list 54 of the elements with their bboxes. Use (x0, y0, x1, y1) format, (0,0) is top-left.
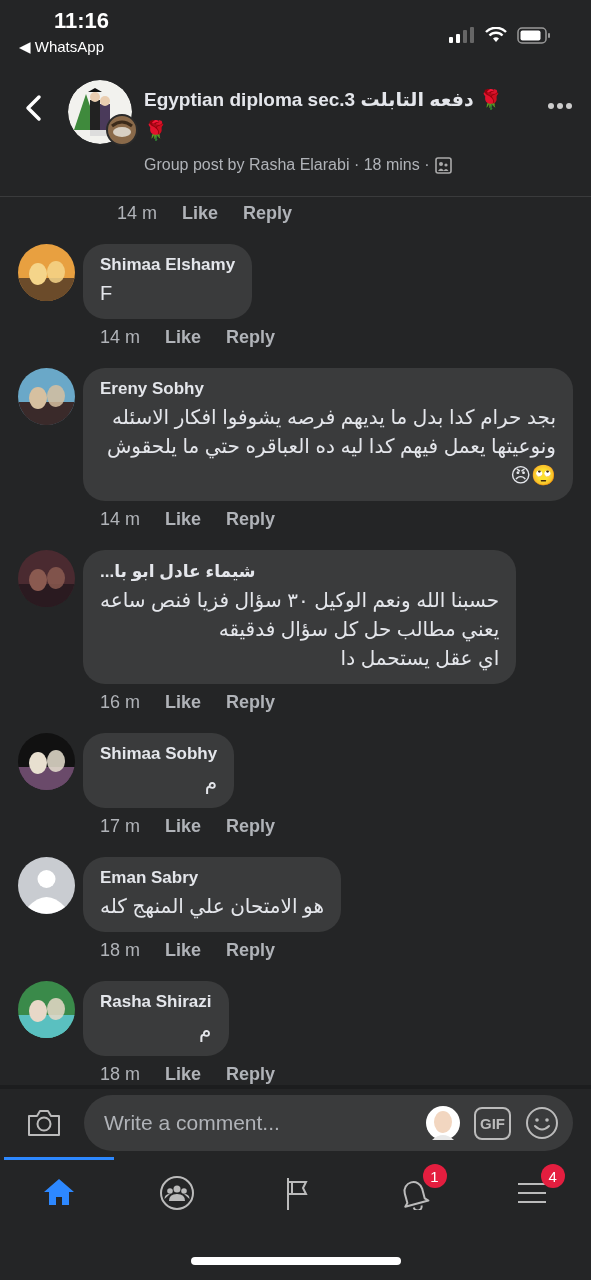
comment-field[interactable]: Write a comment... GIF (84, 1095, 573, 1151)
like-link[interactable]: Like (182, 203, 219, 224)
nav-tab[interactable]: 1 (358, 1157, 469, 1225)
back-icon[interactable] (24, 94, 44, 122)
camera-icon[interactable] (26, 1108, 62, 1138)
like-link[interactable]: Like (165, 692, 202, 713)
notification-badge: 4 (540, 1164, 565, 1188)
like-link[interactable]: Like (165, 816, 202, 837)
group-audience-icon (435, 156, 453, 174)
commenter-name[interactable]: Rasha Shirazi (100, 992, 212, 1012)
commenter-name[interactable]: Shimaa Sobhy (100, 744, 218, 764)
comment-time: 14 m (117, 203, 158, 224)
signal-icon (449, 27, 475, 43)
reply-link[interactable]: Reply (226, 940, 276, 961)
comment-text: حسبنا الله ونعم الوكيل ٣٠ سؤال فزيا فنص ساعه يعني مطالب حل كل سؤال فدقيقه اي عقل يستحمل دا (100, 588, 500, 673)
reply-link[interactable]: Reply (226, 1064, 276, 1085)
wifi-icon (485, 27, 507, 43)
comment-time: 14 m (100, 327, 141, 348)
nav-tab[interactable]: 4 (476, 1157, 587, 1225)
clock: 11:16 (54, 8, 110, 34)
post-info: Group post by Rasha Elarabi · 18 mins · (144, 156, 430, 174)
like-link[interactable]: Like (165, 1064, 202, 1085)
comment-time: 18 m (100, 940, 141, 961)
like-link[interactable]: Like (165, 940, 202, 961)
like-link[interactable]: Like (165, 509, 202, 530)
reply-link[interactable]: Reply (226, 509, 276, 530)
back-to-app-link[interactable]: ◀ WhatsApp (19, 38, 104, 56)
comment-time: 14 m (100, 509, 141, 530)
comment-text: م (203, 770, 218, 796)
comment-time: 18 m (100, 1064, 141, 1085)
avatar-sticker-icon[interactable] (426, 1106, 460, 1140)
commenter-name[interactable]: Shimaa Elshamy (100, 255, 236, 275)
group-title[interactable]: Egyptian diploma sec.3 دفعه التابلت 🌹 (144, 88, 547, 111)
reply-link[interactable]: Reply (243, 203, 293, 224)
commenter-name[interactable]: شيماء عادل ابو با... (100, 561, 500, 582)
gif-button[interactable]: GIF (474, 1106, 511, 1140)
like-link[interactable]: Like (165, 327, 202, 348)
comment-text: هو الامتحان علي المنهج كله (100, 894, 324, 921)
reply-link[interactable]: Reply (226, 816, 276, 837)
commenter-name[interactable]: Ereny Sobhy (100, 379, 556, 399)
comment-text: م (198, 1018, 212, 1044)
reply-link[interactable]: Reply (226, 692, 276, 713)
comment-time: 16 m (100, 692, 141, 713)
commenter-name[interactable]: Eman Sabry (100, 868, 324, 888)
groups-icon (160, 1175, 195, 1210)
reply-link[interactable]: Reply (226, 327, 276, 348)
comment-text: F (100, 281, 114, 306)
emoji-icon[interactable] (525, 1106, 559, 1140)
notification-badge: 1 (422, 1164, 447, 1188)
battery-icon (517, 26, 551, 44)
more-options-icon[interactable] (547, 102, 573, 110)
default-avatar-icon (18, 857, 75, 914)
comment-text: بجد حرام كدا بدل ما يديهم فرصه يشوفوا افكار الاسئله ونوعيتها يعمل فيهم كدا ليه ده العباقره حتي ما يلحقوش🙄😠 (105, 405, 556, 488)
comment-time: 17 m (100, 816, 141, 837)
